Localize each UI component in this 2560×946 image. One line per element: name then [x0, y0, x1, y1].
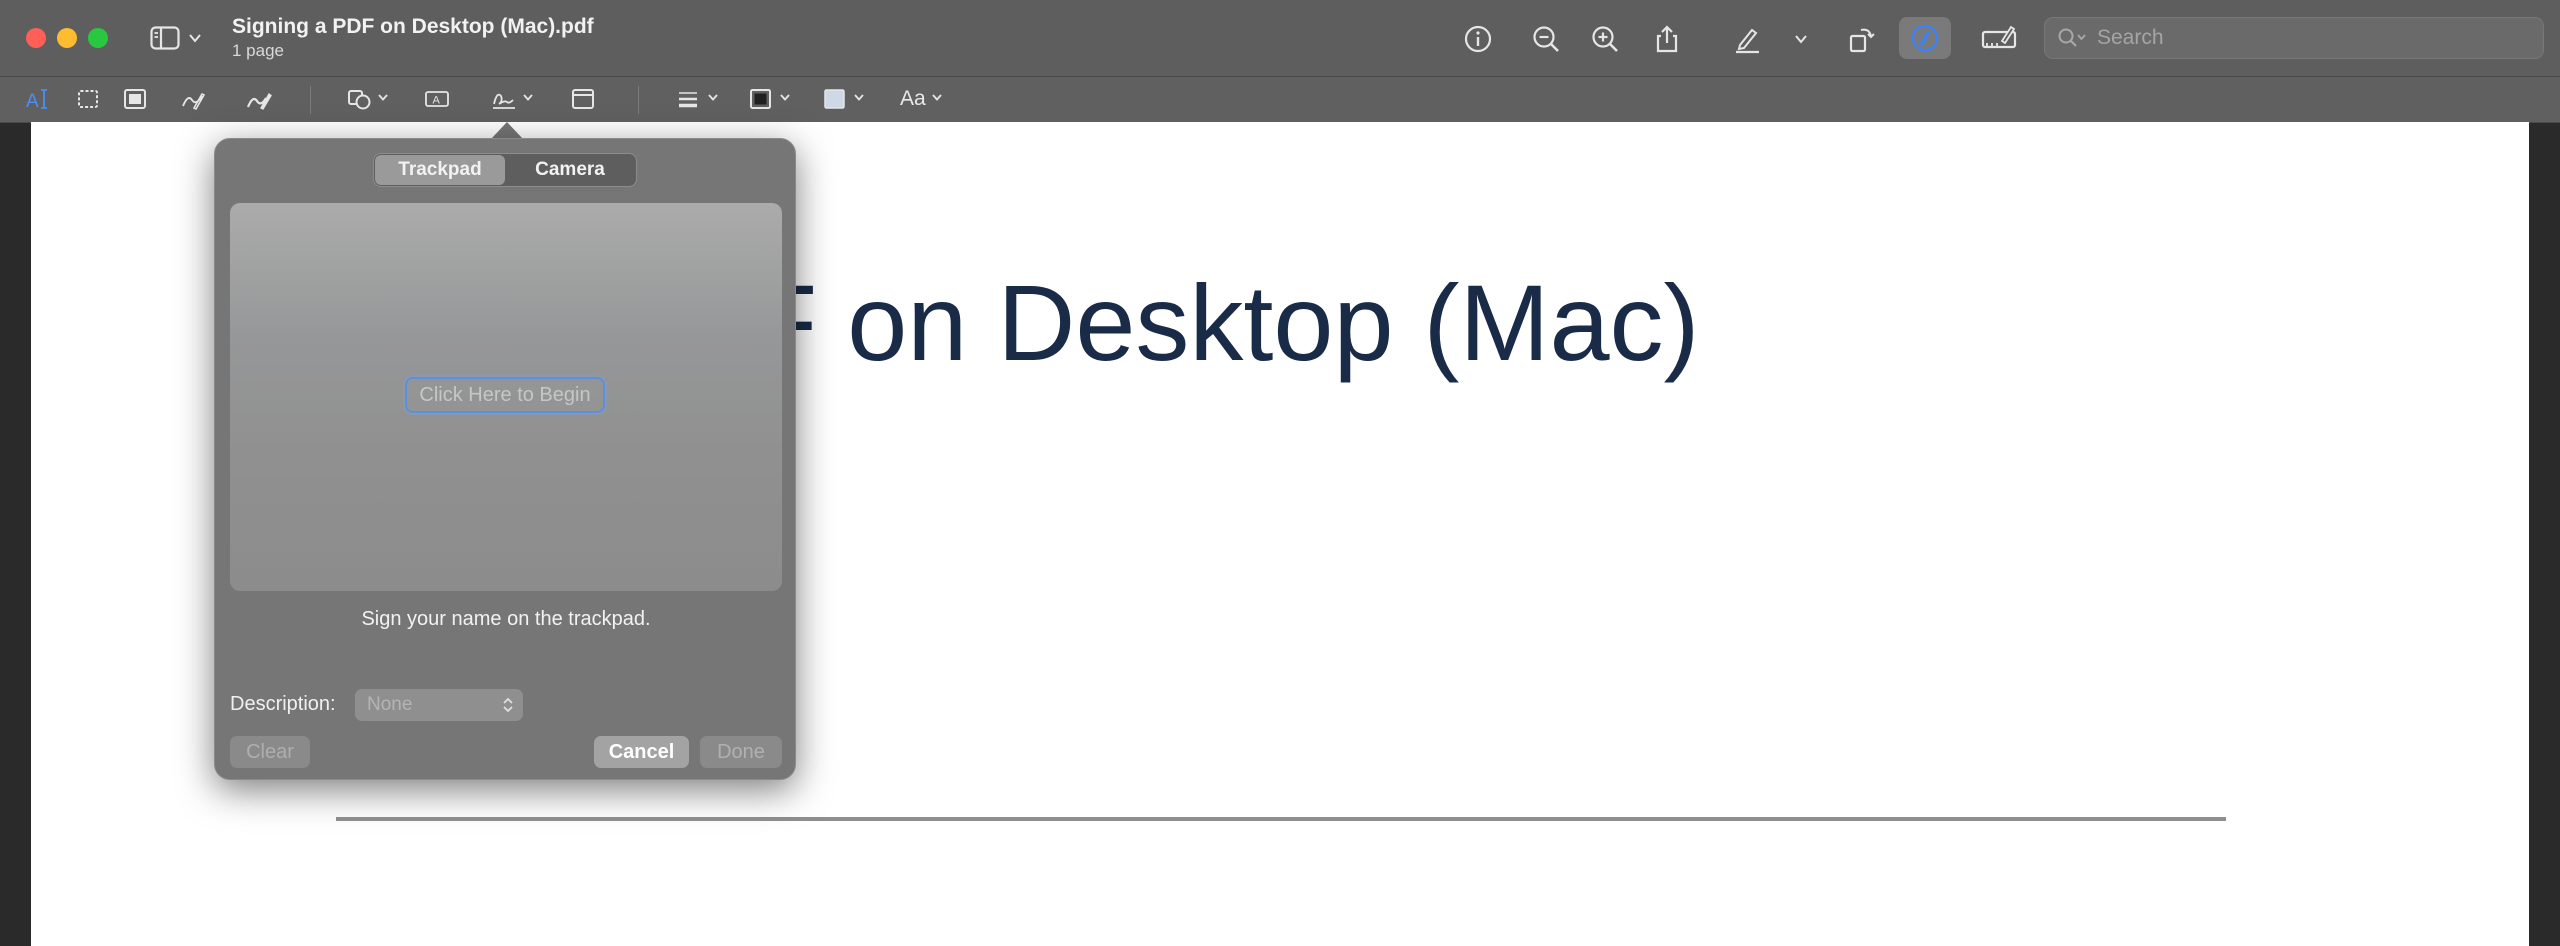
popover-arrow	[491, 122, 523, 139]
close-window-button[interactable]	[26, 28, 46, 48]
search-field[interactable]	[2044, 17, 2544, 59]
zoom-out-button[interactable]	[1527, 20, 1565, 58]
rectangular-selection-tool[interactable]	[75, 83, 101, 115]
document-title: Signing a PDF on Desktop (Mac).pdf	[232, 15, 594, 38]
highlight-pen-icon	[1736, 28, 1759, 54]
toolbar-separator	[310, 86, 311, 114]
instant-alpha-tool[interactable]	[122, 83, 148, 115]
markup-toolbar: A A Aa	[0, 77, 2560, 123]
page-count: 1 page	[232, 41, 284, 60]
signature-icon	[493, 93, 515, 109]
cancel-button[interactable]: Cancel	[594, 736, 689, 768]
markup-icon	[1911, 24, 1939, 52]
note-tool[interactable]	[570, 83, 596, 115]
horizontal-rule	[336, 817, 2226, 821]
draw-icon	[246, 92, 272, 110]
text-style-tool[interactable]: Aa	[900, 83, 943, 115]
share-icon	[1656, 25, 1678, 53]
text-box-icon: A	[425, 91, 449, 107]
text-selection-tool[interactable]: A	[25, 83, 51, 115]
sidebar-toggle-button[interactable]	[150, 22, 202, 54]
chevron-down-icon	[707, 90, 719, 108]
border-color-tool[interactable]	[748, 83, 791, 115]
draw-tool[interactable]	[246, 83, 272, 115]
info-button[interactable]	[1459, 20, 1497, 58]
chevron-down-icon	[853, 90, 865, 108]
signature-hint: Sign your name on the trackpad.	[361, 608, 651, 630]
zoom-out-icon	[1533, 26, 1559, 52]
done-button[interactable]: Done	[700, 736, 782, 768]
clear-button[interactable]: Clear	[230, 736, 310, 768]
search-icon	[2058, 28, 2086, 47]
svg-text:A: A	[433, 95, 441, 107]
signature-tool[interactable]	[491, 83, 534, 115]
fill-color-icon	[824, 89, 845, 109]
description-select[interactable]: None	[355, 689, 523, 721]
markup-toolbar-button[interactable]	[1899, 17, 1951, 59]
text-selection-icon: A	[26, 89, 47, 112]
share-button[interactable]	[1648, 20, 1686, 58]
shapes-icon	[348, 90, 371, 110]
chevron-down-icon	[377, 90, 389, 108]
chevron-down-icon	[1795, 35, 1807, 44]
form-filling-button[interactable]	[1978, 20, 2020, 58]
rect-selection-icon	[78, 90, 98, 108]
up-down-chevron-icon	[503, 697, 513, 713]
description-label: Description:	[230, 693, 336, 715]
text-box-tool[interactable]: A	[424, 83, 450, 115]
text-style-label: Aa	[900, 87, 926, 110]
svg-text:A: A	[26, 91, 39, 112]
signature-pad[interactable]: Click Here to Begin	[230, 203, 782, 591]
form-fill-icon	[1981, 25, 2017, 49]
click-here-to-begin-button[interactable]: Click Here to Begin	[405, 377, 605, 413]
line-style-icon	[679, 92, 697, 108]
description-value: None	[367, 694, 413, 715]
sidebar-icon	[150, 26, 180, 50]
fullscreen-window-button[interactable]	[88, 28, 108, 48]
window-titlebar: Signing a PDF on Desktop (Mac).pdf 1 pag…	[0, 0, 2560, 77]
chevron-down-icon	[522, 90, 534, 108]
highlight-options-button[interactable]	[1783, 20, 1819, 58]
tab-camera[interactable]: Camera	[505, 155, 635, 185]
highlight-button[interactable]	[1728, 20, 1766, 58]
signature-popover: Trackpad Camera Click Here to Begin Sign…	[214, 138, 796, 780]
sketch-tool[interactable]	[180, 83, 206, 115]
chevron-down-icon	[931, 90, 943, 108]
signature-source-segmented-control: Trackpad Camera	[373, 153, 637, 187]
rotate-icon	[1849, 28, 1875, 53]
instant-alpha-icon	[124, 89, 146, 109]
shapes-tool[interactable]	[346, 83, 389, 115]
border-color-icon	[750, 89, 771, 109]
chevron-down-icon	[189, 34, 201, 43]
sketch-icon	[182, 92, 206, 111]
note-icon	[572, 89, 594, 109]
toolbar-separator	[638, 86, 639, 114]
fill-color-tool[interactable]	[822, 83, 865, 115]
zoom-in-icon	[1592, 26, 1618, 52]
minimize-window-button[interactable]	[57, 28, 77, 48]
search-input[interactable]	[2095, 25, 2519, 51]
tab-trackpad[interactable]: Trackpad	[375, 155, 505, 185]
chevron-down-icon	[779, 90, 791, 108]
info-icon	[1464, 25, 1492, 53]
rotate-button[interactable]	[1843, 20, 1881, 58]
line-style-tool[interactable]	[676, 83, 719, 115]
zoom-in-button[interactable]	[1586, 20, 1624, 58]
